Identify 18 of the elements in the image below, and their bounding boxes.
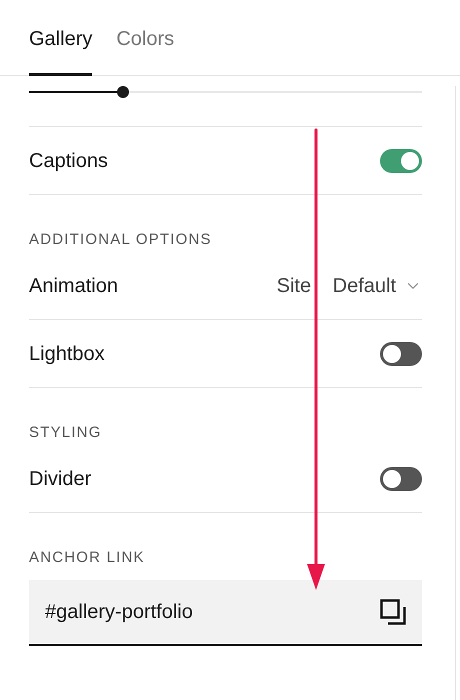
section-heading: STYLING bbox=[29, 424, 103, 442]
toggle-switch[interactable] bbox=[380, 148, 422, 172]
field-value: #gallery-portfolio bbox=[45, 600, 193, 625]
slider-track[interactable] bbox=[29, 86, 422, 98]
tab[interactable]: Colors bbox=[116, 0, 174, 76]
toggle-switch[interactable] bbox=[380, 342, 422, 366]
toggle-switch[interactable] bbox=[380, 467, 422, 491]
setting-label: Animation bbox=[29, 274, 118, 299]
copy-icon[interactable] bbox=[380, 599, 406, 625]
setting-label: Captions bbox=[29, 148, 108, 174]
section-heading: ANCHOR LINK bbox=[29, 549, 146, 567]
section-heading: ADDITIONAL OPTIONS bbox=[29, 231, 213, 249]
setting-label: Divider bbox=[29, 467, 92, 492]
animation-dropdown[interactable]: Site Default bbox=[276, 271, 422, 301]
tab[interactable]: Gallery bbox=[29, 0, 92, 76]
anchor-link-field[interactable]: #gallery-portfolio bbox=[29, 580, 422, 646]
slider-handle[interactable] bbox=[117, 86, 130, 98]
setting-label: Lightbox bbox=[29, 342, 105, 366]
